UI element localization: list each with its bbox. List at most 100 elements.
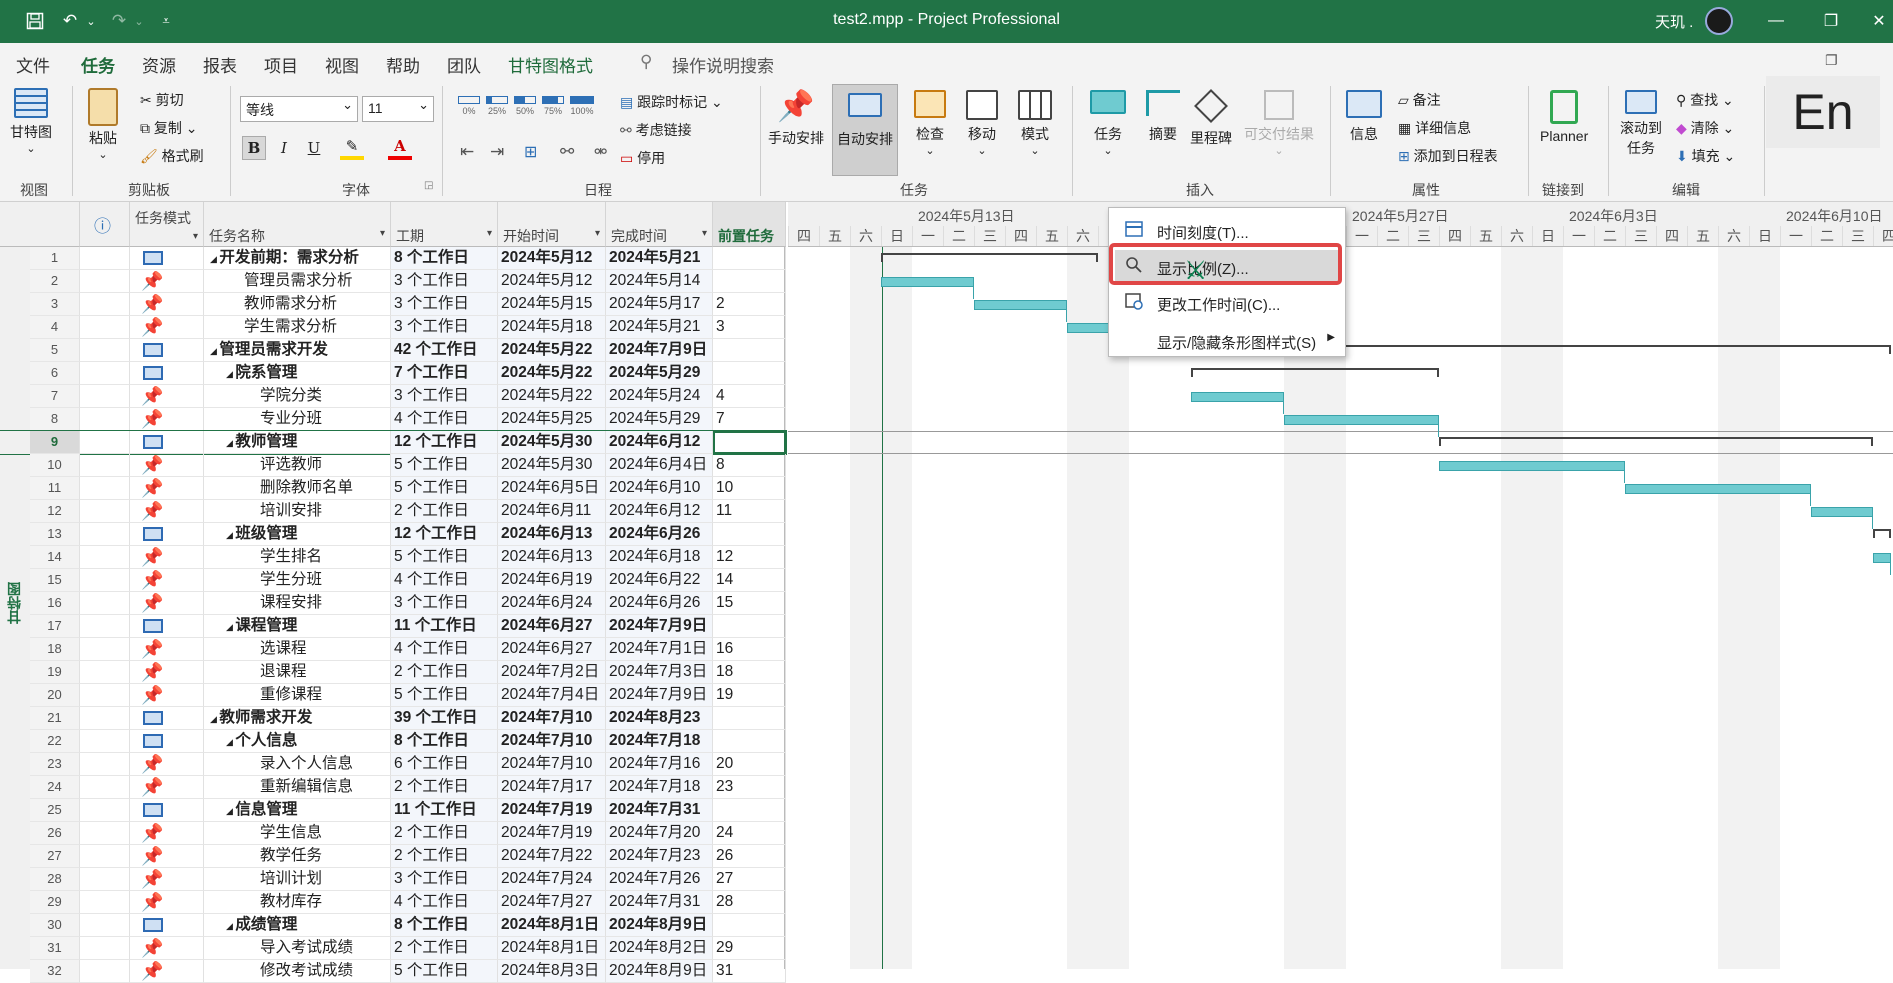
task-mode-cell[interactable]: 📌 bbox=[130, 293, 204, 316]
task-bar[interactable] bbox=[1811, 507, 1873, 517]
column-header-predecessors[interactable]: 前置任务 bbox=[713, 202, 786, 247]
task-name-cell[interactable]: 删除教师名单 bbox=[204, 477, 391, 500]
task-mode-cell[interactable] bbox=[130, 362, 204, 385]
info-cell[interactable] bbox=[80, 385, 130, 408]
predecessor-cell[interactable] bbox=[713, 270, 786, 293]
tab-project[interactable]: 项目 bbox=[264, 52, 298, 77]
table-row[interactable]: 23 📌 录入个人信息 6 个工作日 2024年7月10 2024年7月16 20 bbox=[0, 753, 786, 776]
info-cell[interactable] bbox=[80, 684, 130, 707]
finish-cell[interactable]: 2024年6月22 bbox=[606, 569, 713, 592]
ribbon-display-options-icon[interactable]: ❐ bbox=[1825, 52, 1838, 69]
start-cell[interactable]: 2024年7月19 bbox=[498, 799, 606, 822]
start-cell[interactable]: 2024年6月27 bbox=[498, 615, 606, 638]
finish-cell[interactable]: 2024年6月4日 bbox=[606, 454, 713, 477]
start-cell[interactable]: 2024年7月27 bbox=[498, 891, 606, 914]
info-cell[interactable] bbox=[80, 891, 130, 914]
start-cell[interactable]: 2024年5月22 bbox=[498, 339, 606, 362]
row-number[interactable]: 15 bbox=[30, 569, 80, 592]
info-cell[interactable] bbox=[80, 546, 130, 569]
predecessor-cell[interactable]: 8 bbox=[713, 454, 786, 477]
insert-deliverable-button[interactable]: 可交付结果 ⌄ bbox=[1244, 90, 1314, 157]
finish-cell[interactable]: 2024年5月21 bbox=[606, 316, 713, 339]
task-mode-cell[interactable]: 📌 bbox=[130, 546, 204, 569]
row-number[interactable]: 13 bbox=[30, 523, 80, 546]
row-number[interactable]: 9 bbox=[30, 431, 80, 454]
predecessor-cell[interactable]: 19 bbox=[713, 684, 786, 707]
finish-cell[interactable]: 2024年7月1日 bbox=[606, 638, 713, 661]
duration-cell[interactable]: 2 个工作日 bbox=[391, 845, 498, 868]
table-row[interactable]: 29 📌 教材库存 4 个工作日 2024年7月27 2024年7月31 28 bbox=[0, 891, 786, 914]
row-number[interactable]: 7 bbox=[30, 385, 80, 408]
duration-cell[interactable]: 3 个工作日 bbox=[391, 868, 498, 891]
column-header-mode[interactable]: 任务模式 ▾ bbox=[130, 202, 204, 247]
task-mode-cell[interactable]: 📌 bbox=[130, 500, 204, 523]
collapse-triangle-icon[interactable]: ◢ bbox=[210, 714, 219, 724]
underline-button[interactable]: U bbox=[302, 136, 326, 160]
row-number[interactable]: 17 bbox=[30, 615, 80, 638]
table-row[interactable]: 26 📌 学生信息 2 个工作日 2024年7月19 2024年7月20 24 bbox=[0, 822, 786, 845]
row-number[interactable]: 22 bbox=[30, 730, 80, 753]
duration-cell[interactable]: 5 个工作日 bbox=[391, 684, 498, 707]
tab-gantt-format[interactable]: 甘特图格式 bbox=[508, 52, 593, 77]
move-button[interactable]: 移动 ⌄ bbox=[966, 90, 998, 157]
table-row[interactable]: 17 ◢ 课程管理 11 个工作日 2024年6月27 2024年7月9日 bbox=[0, 615, 786, 638]
task-bar[interactable] bbox=[1625, 484, 1811, 494]
task-mode-cell[interactable]: 📌 bbox=[130, 960, 204, 983]
predecessor-cell[interactable] bbox=[713, 914, 786, 937]
task-name-cell[interactable]: 管理员需求分析 bbox=[204, 270, 391, 293]
italic-button[interactable]: I bbox=[272, 136, 296, 160]
start-cell[interactable]: 2024年7月10 bbox=[498, 730, 606, 753]
column-header-duration[interactable]: 工期 ▾ bbox=[391, 202, 498, 247]
table-row[interactable]: 20 📌 重修课程 5 个工作日 2024年7月4日 2024年7月9日 19 bbox=[0, 684, 786, 707]
task-mode-cell[interactable] bbox=[130, 707, 204, 730]
task-name-cell[interactable]: 学生排名 bbox=[204, 546, 391, 569]
predecessor-cell[interactable]: 11 bbox=[713, 500, 786, 523]
duration-cell[interactable]: 12 个工作日 bbox=[391, 523, 498, 546]
predecessor-cell[interactable] bbox=[713, 615, 786, 638]
column-header-finish[interactable]: 完成时间 ▾ bbox=[606, 202, 713, 247]
collapse-triangle-icon[interactable]: ◢ bbox=[226, 622, 235, 632]
info-cell[interactable] bbox=[80, 362, 130, 385]
menu-item-timescale[interactable]: 时间刻度(T)... bbox=[1115, 214, 1341, 246]
task-mode-cell[interactable]: 📌 bbox=[130, 891, 204, 914]
task-name-cell[interactable]: ◢ 管理员需求开发 bbox=[204, 339, 391, 362]
tab-task[interactable]: 任务 bbox=[81, 52, 115, 84]
task-name-cell[interactable]: 课程安排 bbox=[204, 592, 391, 615]
scroll-to-task-button[interactable]: 滚动到 任务 bbox=[1620, 90, 1662, 158]
search-input[interactable]: 操作说明搜索 bbox=[672, 52, 774, 77]
split-task-icon[interactable]: ⊞ bbox=[524, 142, 537, 162]
duration-cell[interactable]: 2 个工作日 bbox=[391, 661, 498, 684]
finish-cell[interactable]: 2024年5月24 bbox=[606, 385, 713, 408]
row-number[interactable]: 25 bbox=[30, 799, 80, 822]
task-mode-cell[interactable]: 📌 bbox=[130, 638, 204, 661]
row-number[interactable]: 5 bbox=[30, 339, 80, 362]
predecessor-cell[interactable] bbox=[713, 523, 786, 546]
table-row[interactable]: 24 📌 重新编辑信息 2 个工作日 2024年7月17 2024年7月18 23 bbox=[0, 776, 786, 799]
select-all-corner[interactable] bbox=[0, 202, 80, 247]
task-bar[interactable] bbox=[1191, 392, 1284, 402]
duration-cell[interactable]: 8 个工作日 bbox=[391, 247, 498, 270]
row-number[interactable]: 8 bbox=[30, 408, 80, 431]
summary-bar[interactable] bbox=[881, 253, 1098, 262]
duration-cell[interactable]: 2 个工作日 bbox=[391, 776, 498, 799]
tab-view[interactable]: 视图 bbox=[325, 52, 359, 77]
table-row[interactable]: 3 📌 教师需求分析 3 个工作日 2024年5月15 2024年5月17 2 bbox=[0, 293, 786, 316]
tab-team[interactable]: 团队 bbox=[447, 52, 481, 77]
finish-cell[interactable]: 2024年7月9日 bbox=[606, 684, 713, 707]
table-row[interactable]: 31 📌 导入考试成绩 2 个工作日 2024年8月1日 2024年8月2日 29 bbox=[0, 937, 786, 960]
task-name-cell[interactable]: 录入个人信息 bbox=[204, 753, 391, 776]
finish-cell[interactable]: 2024年6月26 bbox=[606, 592, 713, 615]
auto-schedule-button[interactable]: 自动安排 bbox=[832, 84, 898, 176]
table-row[interactable]: 5 ◢ 管理员需求开发 42 个工作日 2024年5月22 2024年7月9日 bbox=[0, 339, 786, 362]
task-mode-cell[interactable]: 📌 bbox=[130, 684, 204, 707]
info-cell[interactable] bbox=[80, 707, 130, 730]
info-cell[interactable] bbox=[80, 661, 130, 684]
task-name-cell[interactable]: 专业分班 bbox=[204, 408, 391, 431]
row-number[interactable]: 19 bbox=[30, 661, 80, 684]
row-number[interactable]: 2 bbox=[30, 270, 80, 293]
info-cell[interactable] bbox=[80, 776, 130, 799]
duration-cell[interactable]: 2 个工作日 bbox=[391, 937, 498, 960]
task-name-cell[interactable]: 退课程 bbox=[204, 661, 391, 684]
predecessor-cell[interactable] bbox=[713, 339, 786, 362]
predecessor-cell[interactable]: 2 bbox=[713, 293, 786, 316]
